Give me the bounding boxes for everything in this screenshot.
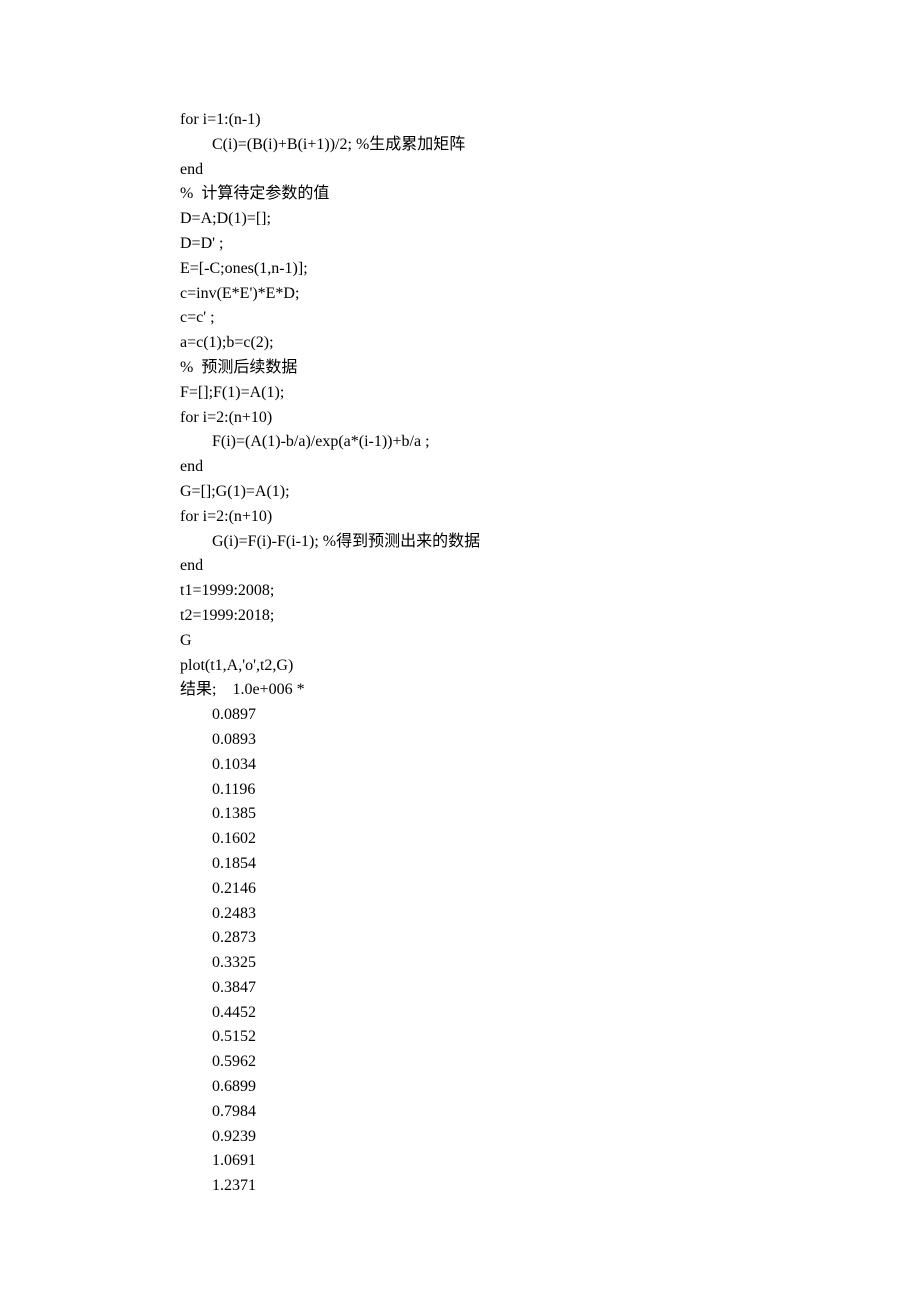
result-value: 0.2873 [180,926,880,951]
result-value: 0.6899 [180,1075,880,1100]
result-value: 0.1854 [180,852,880,877]
code-line: for i=1:(n-1) [180,108,880,133]
result-header: 结果; 1.0e+006 * [180,678,880,703]
code-line: F(i)=(A(1)-b/a)/exp(a*(i-1))+b/a ; [180,430,880,455]
code-line: c=c' ; [180,306,880,331]
result-value: 0.5152 [180,1025,880,1050]
code-line: for i=2:(n+10) [180,505,880,530]
code-line: % 预测后续数据 [180,356,880,381]
code-line: E=[-C;ones(1,n-1)]; [180,257,880,282]
document-page: for i=1:(n-1) C(i)=(B(i)+B(i+1))/2; %生成累… [0,0,920,1302]
result-value: 0.3325 [180,951,880,976]
code-line: end [180,455,880,480]
code-line: plot(t1,A,'o',t2,G) [180,654,880,679]
result-value: 0.7984 [180,1100,880,1125]
code-line: D=D' ; [180,232,880,257]
code-line: c=inv(E*E')*E*D; [180,282,880,307]
code-line: t1=1999:2008; [180,579,880,604]
code-line: % 计算待定参数的值 [180,182,880,207]
result-value: 0.3847 [180,976,880,1001]
result-value: 0.2483 [180,902,880,927]
result-value: 0.2146 [180,877,880,902]
code-line: end [180,158,880,183]
code-line: for i=2:(n+10) [180,406,880,431]
code-line: G(i)=F(i)-F(i-1); %得到预测出来的数据 [180,530,880,555]
result-value: 1.0691 [180,1149,880,1174]
result-value: 0.1034 [180,753,880,778]
result-value: 0.0893 [180,728,880,753]
result-value: 0.0897 [180,703,880,728]
result-value: 0.4452 [180,1001,880,1026]
code-line: G=[];G(1)=A(1); [180,480,880,505]
result-value: 0.1385 [180,802,880,827]
code-line: F=[];F(1)=A(1); [180,381,880,406]
code-line: a=c(1);b=c(2); [180,331,880,356]
result-value: 0.5962 [180,1050,880,1075]
code-line: G [180,629,880,654]
code-line: C(i)=(B(i)+B(i+1))/2; %生成累加矩阵 [180,133,880,158]
result-value: 0.1602 [180,827,880,852]
code-line: end [180,554,880,579]
result-value: 0.1196 [180,778,880,803]
result-value: 0.9239 [180,1125,880,1150]
code-line: t2=1999:2018; [180,604,880,629]
result-value: 1.2371 [180,1174,880,1199]
code-line: D=A;D(1)=[]; [180,207,880,232]
